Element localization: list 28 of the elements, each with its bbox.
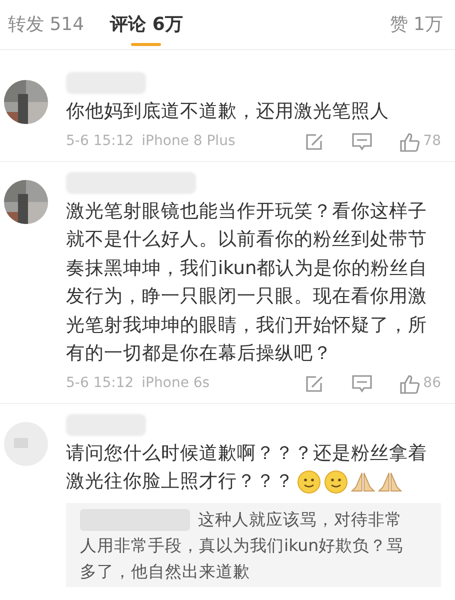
tab[interactable]: 评论 6万 xyxy=(108,0,185,50)
comment-time: 5-6 15:12 xyxy=(66,374,134,393)
smiley-emoji-icon xyxy=(297,470,321,494)
comment-text: 激光笔射眼镜也能当作开玩笑？看你这样子就不是什么好人。以前看你的粉丝到处带节奏抹黑坤坤，我们ikun都认为是你的粉丝自发行为，睁一只眼闭一只眼。现在看你用激光笔射我坤坤的眼睛，我们开始怀疑了，所有的一切都是你在幕后操纵吧？ xyxy=(66,200,429,366)
tab[interactable]: 转发 514 xyxy=(6,0,86,50)
avatar[interactable] xyxy=(4,180,48,224)
like-count: 86 xyxy=(423,374,441,393)
like-count: 78 xyxy=(423,132,441,151)
comment-icon[interactable] xyxy=(351,132,374,152)
edit-icon[interactable] xyxy=(305,132,326,150)
thumbs-up-icon[interactable] xyxy=(399,372,422,394)
comment-icon[interactable] xyxy=(351,374,374,394)
comment-text: 请问您什么时候道歉啊？？？还是粉丝拿着 xyxy=(66,442,427,466)
reply-text: 人用非常手段，真以为我们ikun好欺负？骂 xyxy=(80,534,404,556)
praying-hands-emoji-icon xyxy=(378,471,402,494)
smiley-emoji-icon xyxy=(324,470,348,494)
comment-time: 5-6 15:12 xyxy=(66,132,134,151)
device-name: iPhone 6s xyxy=(142,374,210,393)
reply-text: 多了，他自然出来道歉 xyxy=(80,560,250,582)
avatar[interactable] xyxy=(4,80,48,124)
comment-text: 你他妈到底道不道歉，还用激光笔照人 xyxy=(66,100,390,124)
thumbs-up-icon[interactable] xyxy=(399,130,422,152)
edit-icon[interactable] xyxy=(305,374,326,392)
tab[interactable]: 赞 1万 xyxy=(388,0,445,50)
comment-text: 激光往你脸上照才行？？？ xyxy=(66,470,294,494)
reply-text: 这种人就应该骂，对待非常 xyxy=(198,508,402,530)
praying-hands-emoji-icon xyxy=(351,471,375,494)
device-name: iPhone 8 Plus xyxy=(142,132,236,151)
